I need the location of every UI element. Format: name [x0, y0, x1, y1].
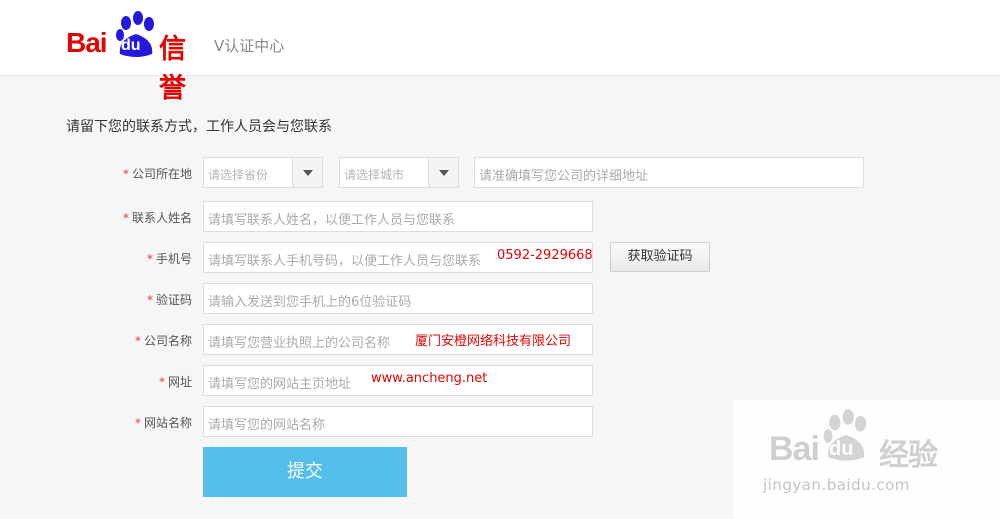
verify-code-label: * 验证码: [146, 293, 192, 307]
watermark-url-text: jingyan.baidu.com: [763, 476, 910, 494]
city-select[interactable]: 请选择城市: [339, 157, 459, 188]
get-code-button[interactable]: 获取验证码: [610, 242, 710, 272]
section-title: 请留下您的联系方式，工作人员会与您联系: [66, 119, 332, 135]
address-detail-input[interactable]: 请准确填写您公司的详细地址: [474, 157, 864, 188]
required-mark: *: [134, 416, 141, 430]
logo-xinyu-text: 信誉: [159, 34, 186, 104]
contact-name-label: * 联系人姓名: [122, 211, 192, 225]
watermark-du-text: du: [829, 438, 854, 460]
logo-subtitle: V认证中心: [214, 37, 285, 55]
logo-bai-text: Bai: [66, 27, 108, 58]
baidu-jingyan-watermark: Bai du 经验 jingyan.baidu.com: [733, 400, 1000, 519]
required-mark: *: [158, 375, 165, 389]
required-mark: *: [146, 252, 153, 266]
chevron-down-icon: [303, 170, 313, 176]
website-value-text: www.ancheng.net: [371, 371, 488, 386]
required-mark: *: [134, 334, 141, 348]
required-mark: *: [122, 167, 129, 181]
watermark-bai-text: Bai: [769, 430, 820, 468]
logo-du-text: du: [121, 37, 141, 54]
company-name-value-text: 厦门安橙网络科技有限公司: [415, 334, 572, 349]
province-select[interactable]: 请选择省份: [203, 157, 323, 188]
required-mark: *: [146, 293, 153, 307]
watermark-jingyan-text: 经验: [879, 438, 938, 473]
site-name-input[interactable]: 请填写您的网站名称: [203, 406, 593, 437]
chevron-down-icon: [439, 170, 449, 176]
company-name-label: * 公司名称: [134, 334, 192, 348]
phone-label: * 手机号: [146, 252, 192, 266]
address-label: * 公司所在地: [122, 167, 192, 181]
verify-code-input[interactable]: 请输入发送到您手机上的6位验证码: [203, 283, 593, 314]
site-name-label: * 网站名称: [134, 416, 192, 430]
contact-name-input[interactable]: 请填写联系人姓名，以便工作人员与您联系: [203, 201, 593, 232]
phone-value-text: 0592-2929668: [497, 248, 593, 263]
city-dropdown-button[interactable]: [428, 158, 458, 187]
header: Bai du 信誉 V认证中心: [0, 0, 1000, 104]
required-mark: *: [122, 211, 129, 225]
province-dropdown-button[interactable]: [292, 158, 322, 187]
website-label: * 网址: [158, 375, 192, 389]
submit-button[interactable]: 提交: [203, 447, 407, 497]
